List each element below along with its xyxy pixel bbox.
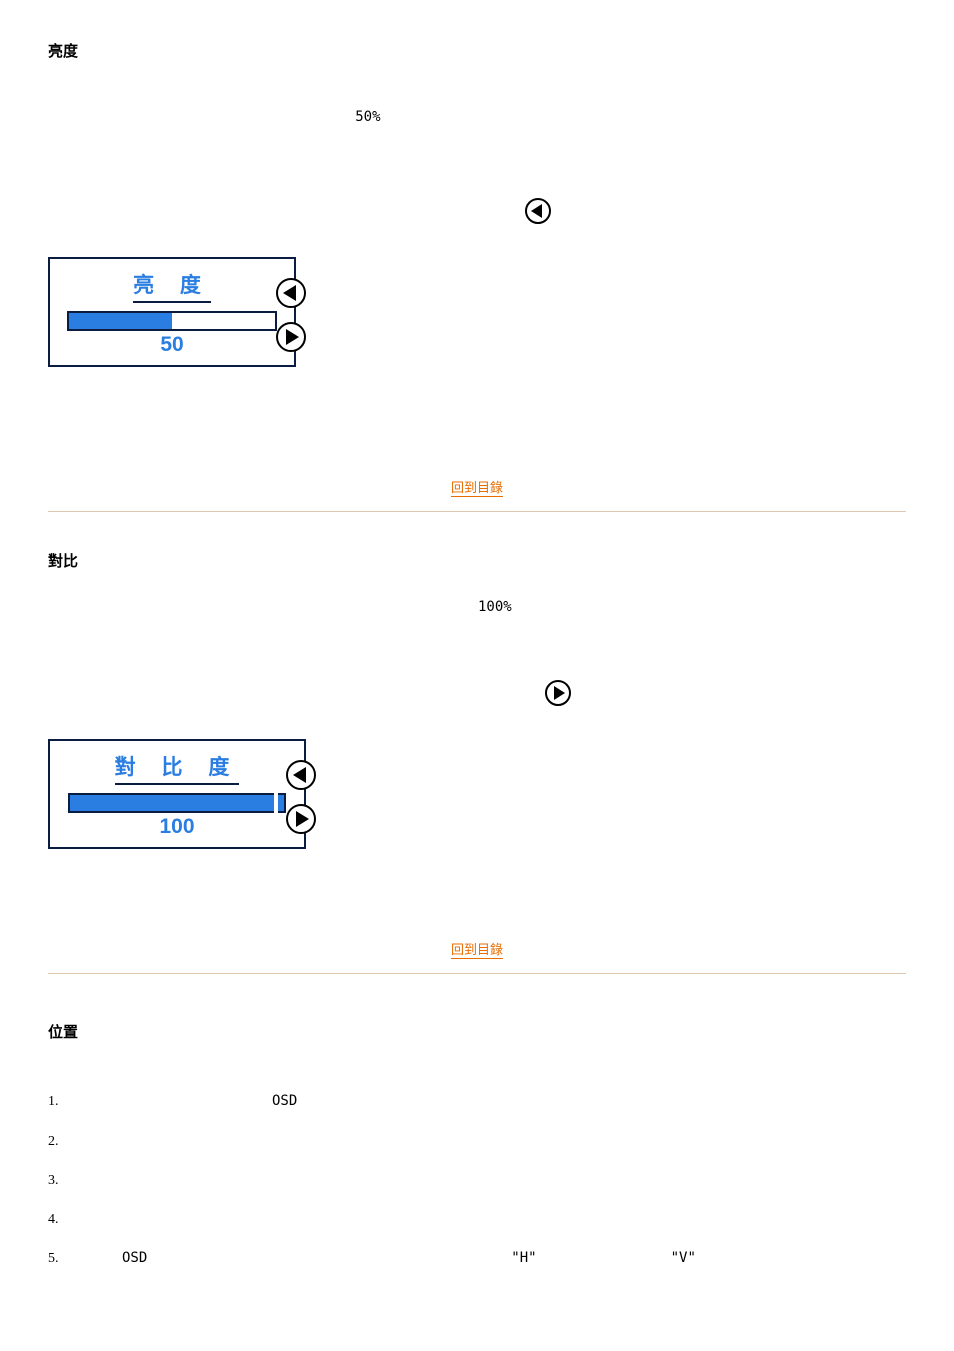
list-item: 4. (48, 1200, 906, 1239)
position-heading: 位置 (48, 1012, 906, 1054)
osd-contrast-box: 對 比 度 100 (48, 739, 306, 849)
return-link[interactable]: 回到目錄 (48, 477, 906, 497)
osd-contrast-value: 100 (159, 815, 194, 839)
list-item: 1. OSD (48, 1082, 906, 1121)
arrow-left-icon[interactable] (276, 278, 306, 308)
osd-abbr: OSD (272, 1082, 297, 1121)
brightness-osd-row: 亮 度 50 (48, 257, 906, 367)
list-item: 2. (48, 1122, 906, 1161)
divider (48, 973, 906, 974)
h-label: "H" (511, 1239, 536, 1278)
list-number: 4. (48, 1200, 78, 1239)
return-link-text[interactable]: 回到目錄 (451, 480, 503, 497)
list-number: 3. (48, 1161, 78, 1200)
position-section: 位置 1. OSD 2. 3. 4. 5. OSD "H" "V" (48, 1012, 906, 1278)
return-link[interactable]: 回到目錄 (48, 939, 906, 959)
brightness-section: 亮度 pad 50% x 亮 度 50 (48, 40, 906, 497)
osd-brightness-value: 50 (160, 333, 183, 357)
percent-value: 50% (355, 102, 380, 133)
contrast-heading: 對比 (48, 550, 906, 571)
contrast-osd-row: 對 比 度 100 (48, 739, 906, 849)
osd-arrow-column (276, 263, 306, 367)
bar-marker (274, 793, 278, 813)
arrow-left-icon[interactable] (286, 760, 316, 790)
percent-value: 100% (478, 592, 512, 623)
left-arrow-icon (525, 198, 551, 224)
right-arrow-icon (545, 680, 571, 706)
list-item: 3. (48, 1161, 906, 1200)
osd-contrast-fill (70, 795, 284, 811)
osd-brightness-box: 亮 度 50 (48, 257, 296, 367)
osd-contrast-title: 對 比 度 (115, 751, 240, 785)
contrast-section: 對比 100% x 對 比 度 100 (48, 550, 906, 959)
arrow-right-icon[interactable] (276, 322, 306, 352)
osd-brightness-fill (69, 313, 172, 329)
v-label: "V" (671, 1239, 696, 1278)
osd-arrow-column (286, 745, 316, 849)
contrast-desc: 100% x (48, 591, 906, 711)
osd-brightness-bar (67, 311, 277, 331)
divider (48, 511, 906, 512)
osd-contrast-bar (68, 793, 286, 813)
arrow-right-icon[interactable] (286, 804, 316, 834)
osd-brightness-title: 亮 度 (133, 269, 211, 303)
brightness-desc: pad 50% x (48, 101, 906, 229)
osd-abbr: OSD (122, 1239, 147, 1278)
list-number: 5. (48, 1239, 78, 1278)
list-number: 2. (48, 1122, 78, 1161)
list-item: 5. OSD "H" "V" (48, 1239, 906, 1278)
brightness-heading: 亮度 (48, 40, 906, 61)
list-number: 1. (48, 1082, 78, 1121)
return-link-text[interactable]: 回到目錄 (451, 942, 503, 959)
